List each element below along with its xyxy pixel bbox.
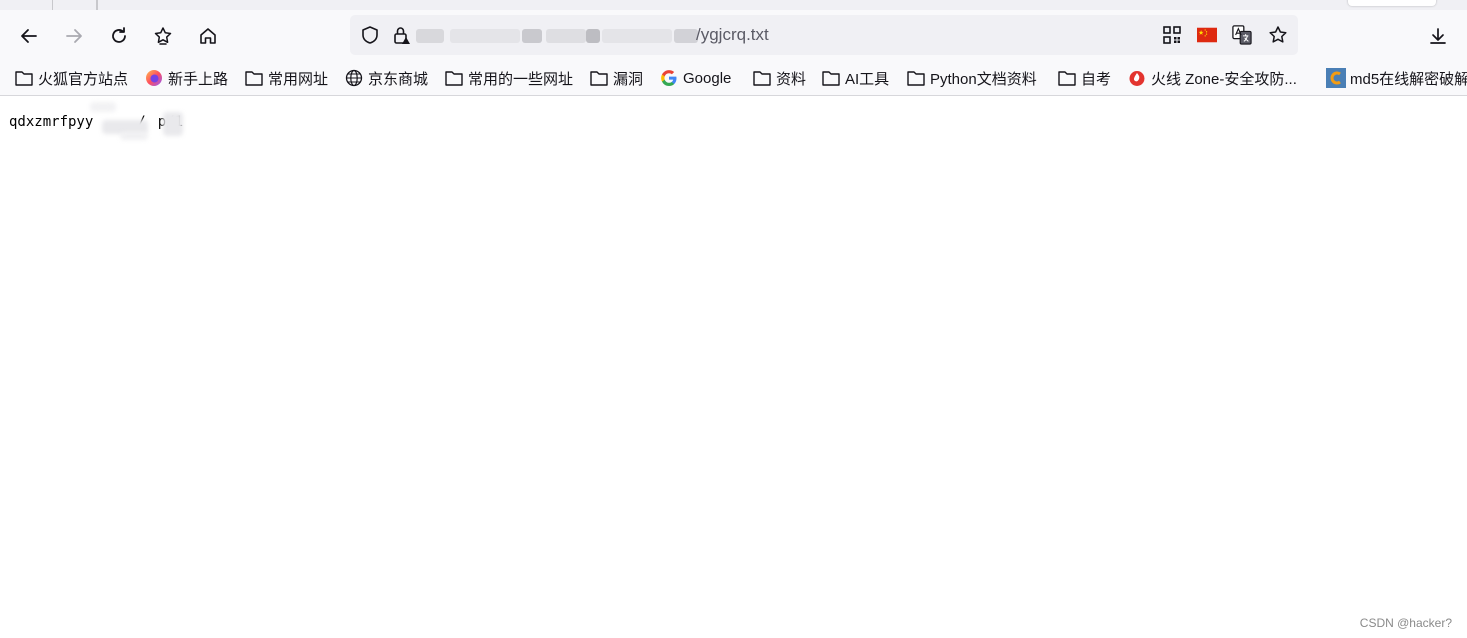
text-prefix: qdxzmrfpyy <box>9 114 94 130</box>
reload-icon <box>112 27 126 43</box>
url-redacted <box>522 29 542 43</box>
url-text: /ygjcrq.txt <box>696 25 769 44</box>
bookmark-label: 自考 <box>1081 70 1112 88</box>
qr-code-icon[interactable] <box>1162 25 1182 45</box>
bookmark-item[interactable]: 常用的一些网址 <box>444 66 573 90</box>
bookmark-label: md5在线解密破解 <box>1350 70 1467 88</box>
globe-icon <box>344 69 364 87</box>
bookmark-item[interactable]: 常用网址 <box>244 66 328 90</box>
download-icon <box>1430 28 1446 44</box>
bookmark-item[interactable]: md5在线解密破解 <box>1326 66 1467 90</box>
redaction-patch <box>120 132 148 140</box>
bookmark-item[interactable]: AI工具 <box>821 66 889 90</box>
redaction-patch <box>163 112 183 136</box>
lock-warning-icon[interactable] <box>392 25 412 45</box>
url-redacted <box>674 29 698 43</box>
downloads-button[interactable] <box>1423 21 1453 51</box>
folder-icon <box>14 69 34 87</box>
folder-icon <box>821 69 841 87</box>
bookmark-label: 火狐官方站点 <box>38 70 129 88</box>
translate-icon[interactable] <box>1232 25 1252 45</box>
back-button[interactable] <box>14 21 44 51</box>
tab-item[interactable] <box>1348 0 1436 6</box>
bookmark-label: Python文档资料 <box>930 70 1037 88</box>
url-redacted <box>450 29 520 43</box>
bookmark-item[interactable]: 自考 <box>1057 66 1111 90</box>
navigation-toolbar: /ygjcrq.txt <box>0 10 1467 62</box>
forward-button[interactable] <box>59 21 89 51</box>
star-list-icon <box>154 27 172 45</box>
folder-icon <box>589 69 609 87</box>
bookmark-manager-button[interactable] <box>148 21 178 51</box>
bookmarks-toolbar: 火狐官方站点 新手上路 常用网址 京东商城 常用的一些网址 漏洞 Google … <box>0 62 1467 96</box>
redaction-patch <box>90 102 116 112</box>
bookmark-item[interactable]: 漏洞 <box>589 66 643 90</box>
bookmark-label: AI工具 <box>845 70 890 88</box>
bookmark-label: 资料 <box>776 70 807 88</box>
shield-icon[interactable] <box>360 25 380 45</box>
page-content: qdxzmrfpyy/p/1 CSDN @hacker? <box>0 96 1467 638</box>
reload-button[interactable] <box>104 21 134 51</box>
bookmark-label: 常用网址 <box>268 70 329 88</box>
home-button[interactable] <box>193 21 223 51</box>
bookmark-item[interactable]: 京东商城 <box>344 66 428 90</box>
url-redacted <box>586 29 600 43</box>
home-icon <box>200 28 216 44</box>
bookmark-label: 漏洞 <box>613 70 644 88</box>
url-redacted <box>416 29 444 43</box>
bookmark-label: 火线 Zone-安全攻防... <box>1151 70 1297 88</box>
text-content: qdxzmrfpyy/p/1 <box>9 114 183 130</box>
arrow-left-icon <box>21 29 37 43</box>
bookmark-item[interactable]: Python文档资料 <box>906 66 1037 90</box>
bookmark-item[interactable]: Google <box>659 66 731 90</box>
huoxian-icon <box>1127 69 1147 87</box>
firefox-icon <box>144 69 164 87</box>
bookmark-label: 新手上路 <box>168 70 229 88</box>
address-bar[interactable]: /ygjcrq.txt <box>350 15 1298 55</box>
china-flag-icon[interactable] <box>1197 25 1217 45</box>
bookmark-label: 常用的一些网址 <box>468 70 574 88</box>
bookmark-item[interactable]: 新手上路 <box>144 66 228 90</box>
url-redacted <box>602 29 672 43</box>
cmd5-icon <box>1326 68 1346 88</box>
watermark: CSDN @hacker? <box>1359 616 1452 630</box>
folder-icon <box>752 69 772 87</box>
tab-separator <box>96 0 98 10</box>
bookmark-item[interactable]: 火线 Zone-安全攻防... <box>1127 66 1297 90</box>
url-redacted <box>546 29 586 43</box>
bookmark-label: 京东商城 <box>368 70 429 88</box>
google-icon <box>659 69 679 87</box>
bookmark-item[interactable]: 火狐官方站点 <box>14 66 128 90</box>
bookmark-star-icon[interactable] <box>1268 25 1288 45</box>
bookmark-item[interactable]: 资料 <box>752 66 806 90</box>
tab-separator <box>52 0 53 10</box>
arrow-right-icon <box>66 29 82 43</box>
folder-icon <box>1057 69 1077 87</box>
folder-icon <box>444 69 464 87</box>
folder-icon <box>906 69 926 87</box>
bookmark-label: Google <box>683 69 732 87</box>
folder-icon <box>244 69 264 87</box>
